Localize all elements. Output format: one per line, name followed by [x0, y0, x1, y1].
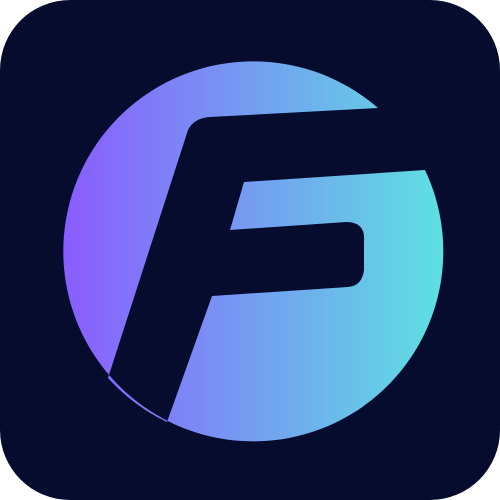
app-logo-icon[interactable]: [0, 0, 500, 500]
app-icon-canvas: [0, 0, 500, 500]
logo-graphic: [0, 0, 500, 500]
